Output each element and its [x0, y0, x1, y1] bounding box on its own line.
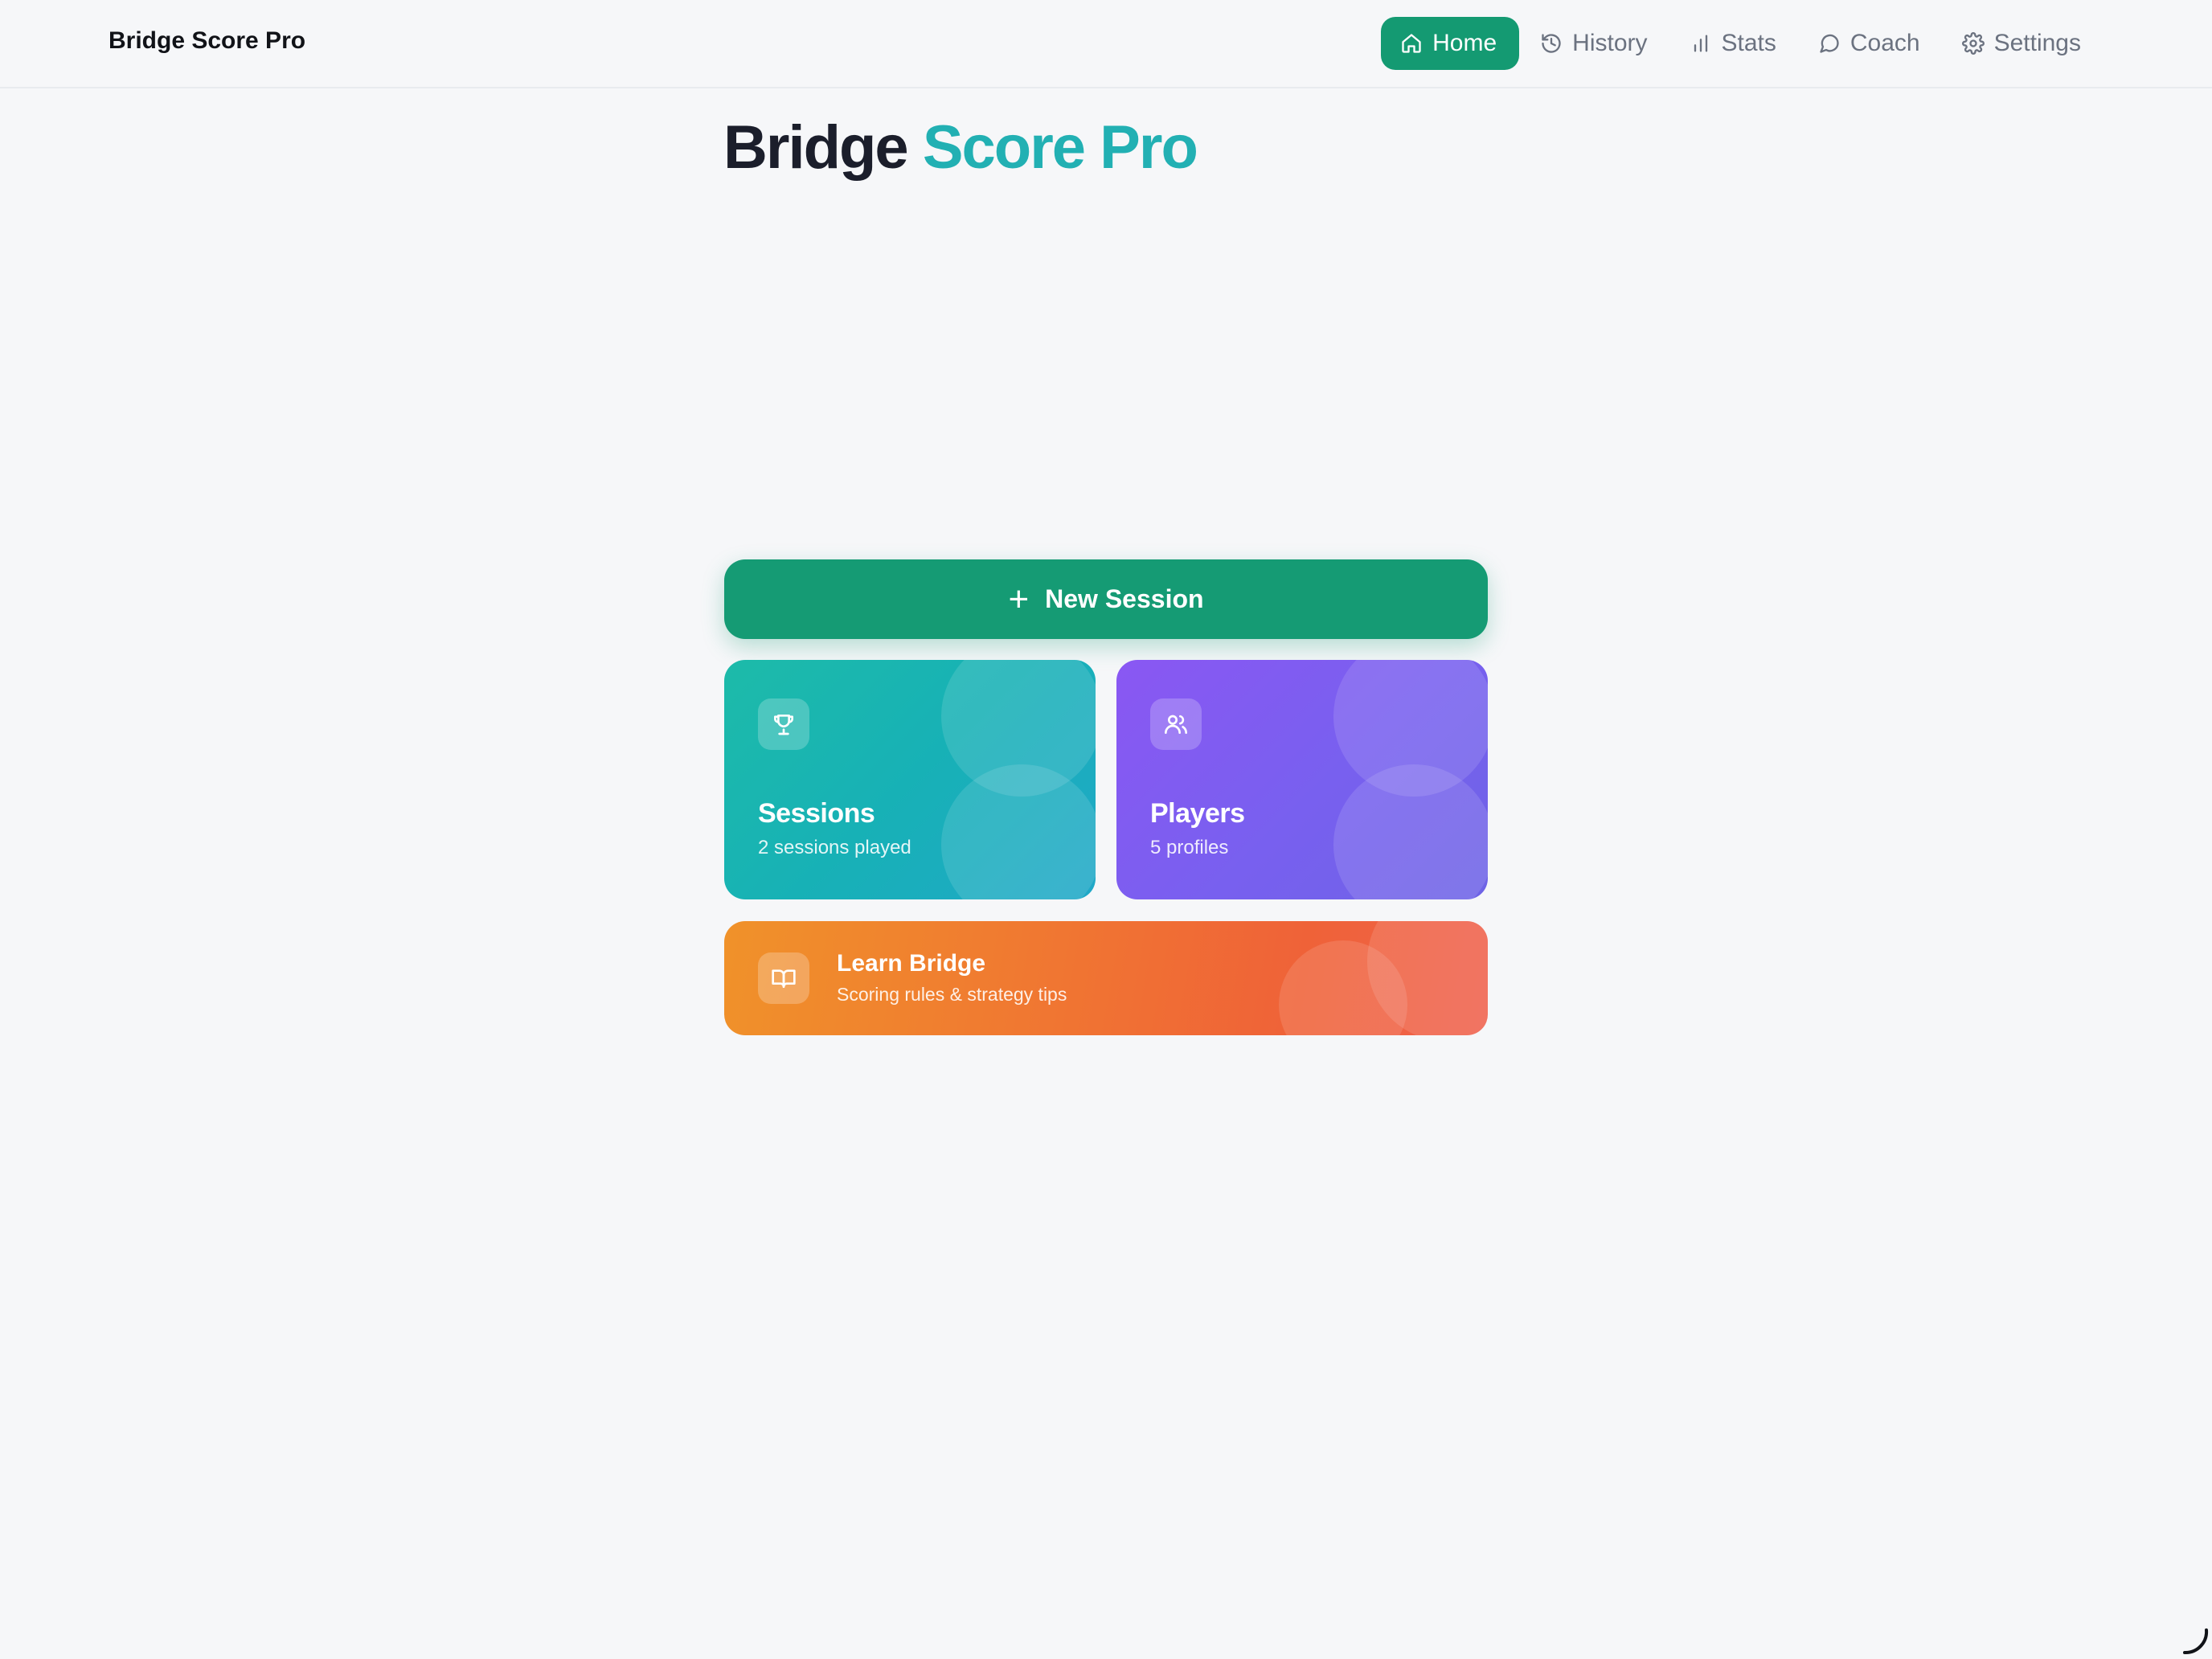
- sessions-card-title: Sessions: [758, 798, 875, 829]
- trophy-icon: [774, 715, 793, 735]
- nav-settings-label: Settings: [1993, 30, 2081, 56]
- nav-home[interactable]: Home: [1381, 17, 1520, 70]
- bar-chart-icon: [1694, 35, 1707, 52]
- sessions-card[interactable]: Sessions 2 sessions played: [724, 660, 1096, 899]
- chat-bubble-icon: [1820, 34, 1839, 53]
- nav-coach-label: Coach: [1849, 30, 1920, 56]
- nav-coach[interactable]: Coach: [1799, 17, 1943, 70]
- learn-card-subtitle: Scoring rules & strategy tips: [837, 984, 1067, 1005]
- nav-home-label: Home: [1432, 30, 1497, 56]
- book-icon: [772, 969, 796, 988]
- loading-spinner-icon: [2183, 1628, 2209, 1655]
- learn-bridge-card[interactable]: Learn Bridge Scoring rules & strategy ti…: [724, 921, 1488, 1035]
- history-icon: [1542, 34, 1561, 53]
- nav-stats-label: Stats: [1721, 30, 1776, 56]
- page-title: Bridge Score Pro: [723, 113, 1198, 182]
- top-navigation-bar: Bridge Score Pro Home History Stats Coac…: [0, 0, 2212, 88]
- gear-icon: [1961, 32, 1985, 55]
- nav-stats[interactable]: Stats: [1670, 17, 1799, 70]
- decorative-circle: [1333, 764, 1488, 899]
- card-icon-container: [758, 698, 809, 750]
- players-card[interactable]: Players 5 profiles: [1116, 660, 1488, 899]
- new-session-label: New Session: [1045, 584, 1204, 613]
- players-card-title: Players: [1150, 798, 1245, 829]
- plus-icon: +: [1008, 579, 1030, 619]
- brand-name[interactable]: Bridge Score Pro: [109, 27, 305, 55]
- nav-settings[interactable]: Settings: [1943, 17, 2103, 70]
- users-icon: [1165, 715, 1188, 734]
- learn-card-title: Learn Bridge: [837, 950, 986, 977]
- decorative-circle: [941, 764, 1096, 899]
- page-title-accent: Score Pro: [922, 113, 1198, 182]
- nav-history[interactable]: History: [1521, 17, 1669, 70]
- main-nav: Home History Stats Coach Settings: [1381, 17, 2103, 70]
- nav-history-label: History: [1572, 30, 1648, 56]
- sessions-card-subtitle: 2 sessions played: [758, 837, 911, 858]
- new-session-button[interactable]: + New Session: [724, 559, 1488, 639]
- players-card-subtitle: 5 profiles: [1150, 837, 1229, 858]
- card-icon-container: [1150, 698, 1202, 750]
- page-title-main: Bridge: [723, 113, 909, 182]
- home-icon: [1402, 34, 1421, 53]
- card-icon-container: [758, 952, 809, 1004]
